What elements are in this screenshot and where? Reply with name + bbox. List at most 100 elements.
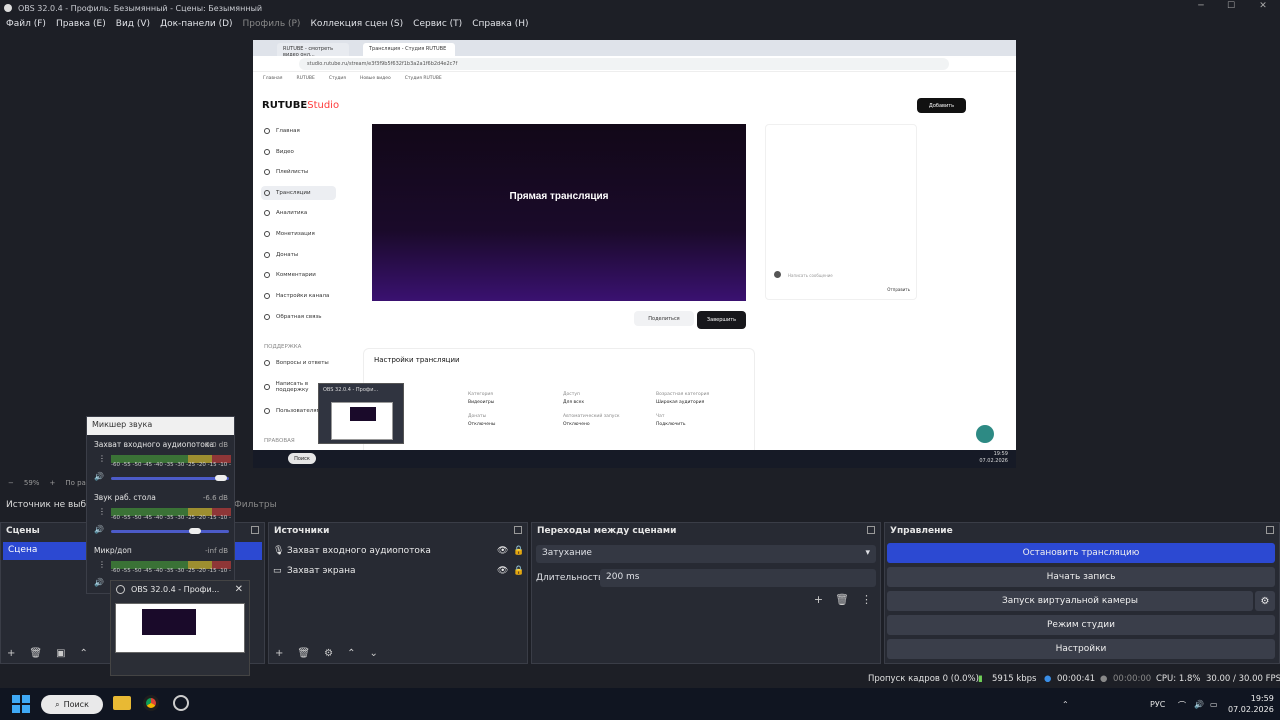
network-icon[interactable]: ⌒ xyxy=(1178,700,1186,711)
trash-icon[interactable]: 🗑 xyxy=(29,648,42,659)
browser-tab-rutube[interactable]: RUTUBE - смотреть видео онл... xyxy=(277,43,349,58)
undock-icon[interactable] xyxy=(251,526,259,534)
sidebar-item-donations[interactable]: Донаты xyxy=(261,248,336,262)
eye-icon[interactable]: 👁 xyxy=(497,546,508,556)
chevron-up-icon[interactable]: ⌃ xyxy=(347,648,355,659)
speaker-icon[interactable]: 🔊 xyxy=(94,472,104,481)
settings-button[interactable]: Настройки xyxy=(887,639,1275,659)
chevron-up-icon[interactable]: ⌃ xyxy=(80,648,88,659)
chat-input[interactable]: Написать сообщение xyxy=(788,273,833,278)
start-virtual-camera-button[interactable]: Запуск виртуальной камеры xyxy=(887,591,1253,611)
browser-tab-studio[interactable]: Трансляция - Студия RUTUBE xyxy=(363,43,455,56)
record-time: 00:00:00 xyxy=(1113,674,1152,684)
maximize-button[interactable]: ☐ xyxy=(1216,1,1246,11)
trash-icon[interactable]: 🗑 xyxy=(297,648,310,659)
bookmark[interactable]: RUTUBE xyxy=(296,76,314,82)
duration-input[interactable]: 200 ms xyxy=(600,569,876,587)
sidebar-item-monetization[interactable]: Монетизация xyxy=(261,227,336,241)
volume-slider[interactable] xyxy=(111,528,229,534)
close-icon[interactable]: ✕ xyxy=(235,584,243,595)
menu-tools[interactable]: Сервис (T) xyxy=(413,19,462,29)
sidebar-item-home[interactable]: Главная xyxy=(261,124,336,138)
battery-icon[interactable]: ▭ xyxy=(1210,700,1218,709)
sidebar-item-feedback[interactable]: Обратная связь xyxy=(261,310,336,324)
taskbar-search[interactable]: ⌕ Поиск xyxy=(41,695,103,714)
dropped-frames: Пропуск кадров 0 (0.0%) xyxy=(868,674,979,684)
undock-icon[interactable] xyxy=(514,526,522,534)
bookmark[interactable]: Главная xyxy=(263,76,282,82)
minimize-button[interactable]: ─ xyxy=(1186,1,1216,11)
undock-icon[interactable] xyxy=(1266,526,1274,534)
transition-select[interactable]: Затухание ▾ xyxy=(536,545,876,563)
taskbar-clock[interactable]: 19:59 07.02.2026 xyxy=(1228,693,1274,715)
speaker-icon[interactable]: 🔊 xyxy=(94,578,104,587)
slider-knob[interactable] xyxy=(189,528,202,534)
lock-icon[interactable]: 🔒 xyxy=(513,566,524,576)
zoom-out-icon[interactable]: − xyxy=(8,479,14,487)
lock-icon[interactable]: 🔒 xyxy=(513,546,524,556)
chat-avatar xyxy=(774,271,781,278)
sidebar-item-comments[interactable]: Комментарии xyxy=(261,268,336,282)
source-item-audio[interactable]: 🎙 Захват входного аудиопотока 👁 🔒 xyxy=(273,542,524,560)
filters-button[interactable]: Фильтры xyxy=(234,500,277,510)
menu-view[interactable]: Вид (V) xyxy=(116,19,150,29)
trash-icon[interactable]: 🗑 xyxy=(835,593,849,606)
more-icon[interactable]: ⋮ xyxy=(98,560,106,569)
slider-knob[interactable] xyxy=(214,475,227,481)
stop-streaming-button[interactable]: Остановить трансляцию xyxy=(887,543,1275,563)
more-icon[interactable]: ⋮ xyxy=(98,454,106,463)
menu-docks[interactable]: Док-панели (D) xyxy=(160,19,232,29)
url-input[interactable]: studio.rutube.ru/stream/e3f3f9b5f632f1b3… xyxy=(299,58,949,70)
stream-player[interactable]: Прямая трансляция xyxy=(372,124,746,301)
taskbar-thumbnail-preview[interactable]: OBS 32.0.4 - Профи... xyxy=(318,383,404,444)
sidebar-item-faq[interactable]: Вопросы и ответы xyxy=(261,356,336,370)
finish-stream-button[interactable]: Завершить xyxy=(697,311,746,329)
settings-field-value: Отключены xyxy=(468,422,496,427)
more-icon[interactable]: ⋮ xyxy=(861,593,872,606)
sidebar-item-channel-settings[interactable]: Настройки канала xyxy=(261,289,336,303)
filter-icon[interactable]: ▣ xyxy=(56,648,65,659)
chat-send-button[interactable]: Отправить xyxy=(887,287,910,292)
volume-icon[interactable]: 🔊 xyxy=(1194,700,1204,709)
menu-profile[interactable]: Профиль (P) xyxy=(243,19,301,29)
eye-icon[interactable]: 👁 xyxy=(497,566,508,576)
sidebar-item-streams[interactable]: Трансляции xyxy=(261,186,336,200)
menu-file[interactable]: Файл (F) xyxy=(6,19,46,29)
menu-scene-collection[interactable]: Коллекция сцен (S) xyxy=(310,19,403,29)
menu-help[interactable]: Справка (H) xyxy=(472,19,528,29)
start-recording-button[interactable]: Начать запись xyxy=(887,567,1275,587)
tray-chevron-icon[interactable]: ⌃ xyxy=(1062,700,1069,709)
gear-icon[interactable]: ⚙ xyxy=(324,648,333,659)
obs-taskbar-icon[interactable] xyxy=(173,695,189,711)
bookmark[interactable]: Студия RUTUBE xyxy=(405,76,442,82)
more-icon[interactable]: ⋮ xyxy=(98,507,106,516)
undock-icon[interactable] xyxy=(867,526,875,534)
obs-window-thumbnail[interactable]: OBS 32.0.4 - Профи... ✕ xyxy=(110,580,250,676)
studio-mode-button[interactable]: Режим студии xyxy=(887,615,1275,635)
windows-start-icon[interactable] xyxy=(12,695,30,713)
sidebar-item-video[interactable]: Видео xyxy=(261,145,336,159)
add-icon[interactable]: + xyxy=(7,648,15,659)
file-explorer-icon[interactable] xyxy=(113,696,131,710)
bookmark[interactable]: Студия xyxy=(329,76,346,82)
chrome-icon[interactable] xyxy=(143,695,159,711)
add-content-button[interactable]: Добавить xyxy=(917,98,966,113)
close-button[interactable]: ✕ xyxy=(1248,1,1278,11)
browser-tab-strip: RUTUBE - смотреть видео онл... Трансляци… xyxy=(253,40,1016,58)
sidebar-item-analytics[interactable]: Аналитика xyxy=(261,206,336,220)
gear-icon[interactable]: ⚙ xyxy=(1255,591,1275,611)
share-button[interactable]: Поделиться xyxy=(634,311,694,326)
menu-edit[interactable]: Правка (E) xyxy=(56,19,106,29)
transitions-toolbar: + 🗑 ⋮ xyxy=(814,593,872,606)
language-indicator[interactable]: РУС xyxy=(1150,700,1165,709)
volume-slider[interactable] xyxy=(111,475,229,481)
help-fab-button[interactable] xyxy=(976,425,994,443)
bookmark[interactable]: Новые видео xyxy=(360,76,391,82)
add-icon[interactable]: + xyxy=(814,593,823,606)
source-item-display[interactable]: ▭ Захват экрана 👁 🔒 xyxy=(273,562,524,580)
zoom-in-icon[interactable]: + xyxy=(49,479,55,487)
sidebar-item-playlists[interactable]: Плейлисты xyxy=(261,165,336,179)
chevron-down-icon[interactable]: ⌄ xyxy=(369,648,377,659)
speaker-icon[interactable]: 🔊 xyxy=(94,525,104,534)
add-icon[interactable]: + xyxy=(275,648,283,659)
